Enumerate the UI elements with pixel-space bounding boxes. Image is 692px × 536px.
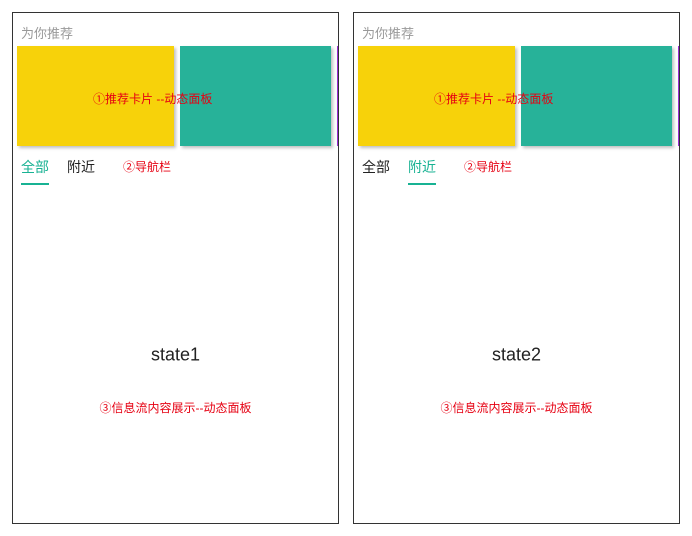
- mockup-state2: 为你推荐 ①推荐卡片 --动态面板 全部 附近 ②导航栏 state2 ③信息流…: [353, 12, 680, 524]
- annotation-feed: ③信息流内容展示--动态面板: [441, 399, 593, 416]
- mockup-state1: 为你推荐 ①推荐卡片 --动态面板 全部 附近 ②导航栏 state1 ③信息流…: [12, 12, 339, 524]
- state-label: state1: [151, 344, 200, 365]
- annotation-feed: ③信息流内容展示--动态面板: [100, 399, 252, 416]
- annotation-nav: ②导航栏: [464, 158, 512, 175]
- nav-bar: 全部 附近 ②导航栏: [354, 146, 679, 186]
- recommendation-card[interactable]: [180, 46, 331, 146]
- tab-nearby[interactable]: 附近: [408, 157, 436, 185]
- annotation-nav: ②导航栏: [123, 158, 171, 175]
- recommendation-carousel[interactable]: ①推荐卡片 --动态面板: [354, 46, 679, 146]
- nav-bar: 全部 附近 ②导航栏: [13, 146, 338, 186]
- recommendation-card[interactable]: [17, 46, 174, 146]
- recommendation-card[interactable]: [521, 46, 672, 146]
- section-title: 为你推荐: [13, 13, 338, 46]
- recommendation-card[interactable]: [678, 46, 680, 146]
- tab-all[interactable]: 全部: [362, 157, 390, 185]
- recommendation-card[interactable]: [358, 46, 515, 146]
- recommendation-card[interactable]: [337, 46, 339, 146]
- state-label: state2: [492, 344, 541, 365]
- feed-area: state1 ③信息流内容展示--动态面板: [13, 186, 338, 523]
- feed-area: state2 ③信息流内容展示--动态面板: [354, 186, 679, 523]
- recommendation-carousel[interactable]: ①推荐卡片 --动态面板: [13, 46, 338, 146]
- tab-nearby[interactable]: 附近: [67, 157, 95, 185]
- tab-all[interactable]: 全部: [21, 157, 49, 185]
- section-title: 为你推荐: [354, 13, 679, 46]
